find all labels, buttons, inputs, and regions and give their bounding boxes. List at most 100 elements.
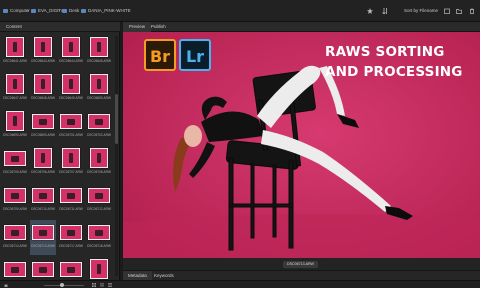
thumbnail-filename: DSC06690.ARW xyxy=(31,133,55,137)
thumbnail-filename: DSC06647.ARW xyxy=(3,96,27,100)
thumbnail-figure xyxy=(69,78,73,90)
lock-icon[interactable] xyxy=(4,283,8,287)
thumbnail-image xyxy=(32,114,54,129)
new-folder-icon[interactable] xyxy=(456,8,462,14)
thumbnail-size-slider[interactable] xyxy=(44,284,84,286)
thumbnail[interactable]: DSC06701.ARW xyxy=(58,109,84,144)
thumbnail-figure xyxy=(39,192,47,199)
thumbnail[interactable]: DSC06710.ARW xyxy=(30,183,56,218)
path-bar: Computer › EVA_DIGITAL › Desk › DANIA_PI… xyxy=(0,0,480,22)
thumbnail-image xyxy=(34,37,52,57)
headline-line-1: RAWS SORTING xyxy=(325,44,445,60)
thumbnail-image xyxy=(6,74,24,94)
thumbnail-figure xyxy=(69,41,73,53)
open-recent-icon[interactable] xyxy=(444,8,450,14)
scrollbar-thumb[interactable] xyxy=(115,94,118,144)
thumbnail-figure xyxy=(41,152,45,164)
drive-icon xyxy=(31,9,36,13)
thumbnail-figure xyxy=(67,118,75,125)
thumbnail-image xyxy=(90,259,108,279)
thumbnail-figure xyxy=(67,266,75,273)
tab-publish[interactable]: Publish xyxy=(145,22,172,32)
thumbnail[interactable]: DSC06648.ARW xyxy=(30,72,56,107)
thumbnail[interactable]: DSC06690.ARW xyxy=(30,109,56,144)
grid-view-icon[interactable] xyxy=(92,283,96,287)
thumbnail-figure xyxy=(97,78,101,90)
thumbnail[interactable]: DSC06718.ARW xyxy=(86,220,112,255)
headline: RAWS SORTING AND PROCESSING xyxy=(325,42,475,82)
thumbnail-filename: DSC06718.ARW xyxy=(87,244,111,248)
thumbnail-figure xyxy=(39,229,47,236)
thumbnail[interactable]: DSC06705.ARW xyxy=(2,146,28,181)
thumbnail-image xyxy=(60,114,82,129)
thumbnail-image xyxy=(60,225,82,240)
thumbnail-filename: DSC06707.ARW xyxy=(59,170,83,174)
thumbnail-image xyxy=(4,225,26,240)
details-view-icon[interactable] xyxy=(100,283,104,287)
tab-content[interactable]: Content xyxy=(0,22,120,32)
thumbnail-image xyxy=(34,74,52,94)
preview-tab-bar: Preview Publish xyxy=(123,22,480,32)
thumbnail-figure xyxy=(97,152,101,164)
thumbnail[interactable]: DSC06702.ARW xyxy=(86,109,112,144)
thumbnail-figure xyxy=(95,229,103,236)
content-scrollbar[interactable] xyxy=(115,36,118,276)
path-item-computer[interactable]: Computer xyxy=(3,0,30,22)
thumbnail-size-knob[interactable] xyxy=(60,283,64,287)
thumbnail-filename: DSC06643.ARW xyxy=(31,59,55,63)
thumbnail[interactable]: DSC06643.ARW xyxy=(30,35,56,70)
thumbnail-figure xyxy=(97,41,101,53)
thumbnail-image xyxy=(90,148,108,168)
preview-filename: DSC06713.ARW xyxy=(283,261,318,268)
thumbnail-figure xyxy=(95,118,103,125)
preview-filename-strip: DSC06713.ARW xyxy=(123,258,480,270)
thumbnail[interactable]: DSC06713.ARW xyxy=(2,220,28,255)
thumbnail-figure xyxy=(13,78,17,90)
image-preview[interactable]: Br Lr RAWS SORTING AND PROCESSING xyxy=(123,32,480,258)
thumbnail-image xyxy=(62,37,80,57)
thumbnail[interactable]: DSC06641.ARW xyxy=(2,35,28,70)
sort-direction-icon[interactable] xyxy=(382,8,388,14)
path-separator: › xyxy=(77,8,79,14)
path-item-dania[interactable]: DANIA_PINK-WHITE xyxy=(81,0,131,22)
thumbnail-image xyxy=(60,262,82,277)
thumbnail[interactable]: DSC06650.ARW xyxy=(86,72,112,107)
thumbnail-figure xyxy=(39,118,47,125)
thumbnail[interactable]: DSC06709.ARW xyxy=(2,183,28,218)
list-view-icon[interactable] xyxy=(108,283,112,287)
thumbnail-filename: DSC06713.ARW xyxy=(31,244,55,248)
thumbnail[interactable]: DSC06708.ARW xyxy=(86,146,112,181)
thumbnail-image xyxy=(34,148,52,168)
thumbnail-image xyxy=(62,74,80,94)
thumbnail-filename: DSC06644.ARW xyxy=(59,59,83,63)
thumbnail[interactable]: DSC06644.ARW xyxy=(58,35,84,70)
thumbnail-filename: DSC06648.ARW xyxy=(31,96,55,100)
thumbnail[interactable]: DSC06712.ARW xyxy=(86,183,112,218)
thumbnail[interactable]: DSC06717.ARW xyxy=(58,220,84,255)
metadata-tab-bar: Metadata Keywords xyxy=(123,270,480,281)
thumbnail[interactable]: DSC06713.ARW xyxy=(30,220,56,255)
thumbnail-filename: DSC06712.ARW xyxy=(87,207,111,211)
thumbnail[interactable]: DSC06690.ARW xyxy=(2,109,28,144)
thumbnail[interactable]: DSC06707.ARW xyxy=(58,146,84,181)
thumbnail[interactable]: DSC06711.ARW xyxy=(58,183,84,218)
thumbnail-figure xyxy=(13,41,17,53)
thumbnail-image xyxy=(62,148,80,168)
folder-icon xyxy=(81,9,86,13)
thumbnail-filename: DSC06711.ARW xyxy=(59,207,83,211)
thumbnail-filename: DSC06708.ARW xyxy=(87,170,111,174)
star-filter-icon[interactable] xyxy=(367,8,373,14)
headline-line-2: AND PROCESSING xyxy=(325,64,463,80)
thumbnail-image xyxy=(60,188,82,203)
thumbnail[interactable]: DSC06647.ARW xyxy=(2,72,28,107)
thumbnail-figure xyxy=(11,229,19,236)
thumbnail-filename: DSC06650.ARW xyxy=(87,96,111,100)
thumbnail-filename: DSC06702.ARW xyxy=(87,133,111,137)
thumbnail[interactable]: DSC06646.ARW xyxy=(86,35,112,70)
folder-icon xyxy=(62,9,67,13)
delete-icon[interactable] xyxy=(469,8,475,14)
status-bar xyxy=(0,280,480,288)
thumbnail[interactable]: DSC06706.ARW xyxy=(30,146,56,181)
thumbnail[interactable]: DSC06649.ARW xyxy=(58,72,84,107)
sort-by-dropdown[interactable]: Sort by Filename xyxy=(404,0,438,22)
